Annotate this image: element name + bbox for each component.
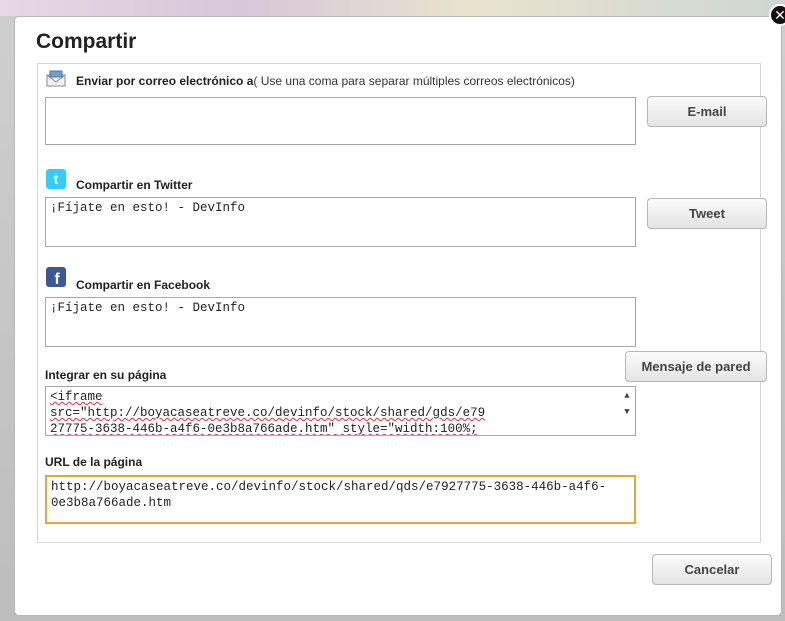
facebook-message-field[interactable] <box>45 297 636 347</box>
twitter-message-field[interactable] <box>45 197 636 247</box>
email-hint: ( Use una coma para separar múltiples co… <box>253 74 575 88</box>
embed-line-3: 27775-3638-446b-a4f6-0e3b8a766ade.htm" s… <box>50 422 478 436</box>
embed-label: Integrar en su página <box>45 368 167 382</box>
svg-text:f: f <box>54 271 60 287</box>
embed-code-field[interactable]: <iframe src="http://boyacaseatreve.co/de… <box>45 386 636 436</box>
scroll-down-icon[interactable]: ▼ <box>624 404 629 420</box>
share-dialog: Compartir Enviar por correo electrónico … <box>14 16 782 616</box>
twitter-icon: t <box>46 169 66 189</box>
email-label-text: Enviar por correo electrónico a <box>76 74 254 88</box>
email-button[interactable]: E-mail <box>647 96 767 127</box>
scroll-up-icon[interactable]: ▲ <box>624 388 629 404</box>
embed-line-1: <iframe <box>50 390 103 404</box>
dialog-title: Compartir <box>36 30 137 53</box>
cancel-button[interactable]: Cancelar <box>652 554 772 585</box>
svg-text:t: t <box>54 171 59 187</box>
twitter-label: Compartir en Twitter <box>76 178 193 192</box>
page-url-field[interactable] <box>45 475 636 524</box>
close-icon[interactable]: ✕ <box>769 4 785 26</box>
backdrop-stripe <box>0 0 785 16</box>
embed-line-2: src="http://boyacaseatreve.co/devinfo/st… <box>50 406 486 420</box>
tweet-button[interactable]: Tweet <box>647 198 767 229</box>
page-url-label: URL de la página <box>45 455 143 469</box>
facebook-icon: f <box>46 267 66 288</box>
facebook-label: Compartir en Facebook <box>76 278 211 292</box>
wall-post-button[interactable]: Mensaje de pared <box>625 351 767 382</box>
email-label: Enviar por correo electrónico a( Use una… <box>76 74 575 88</box>
email-field[interactable] <box>45 97 636 145</box>
share-panel: Enviar por correo electrónico a( Use una… <box>37 63 767 543</box>
envelope-icon <box>46 70 66 90</box>
embed-scrollbar[interactable]: ▲ ▼ <box>620 388 634 434</box>
